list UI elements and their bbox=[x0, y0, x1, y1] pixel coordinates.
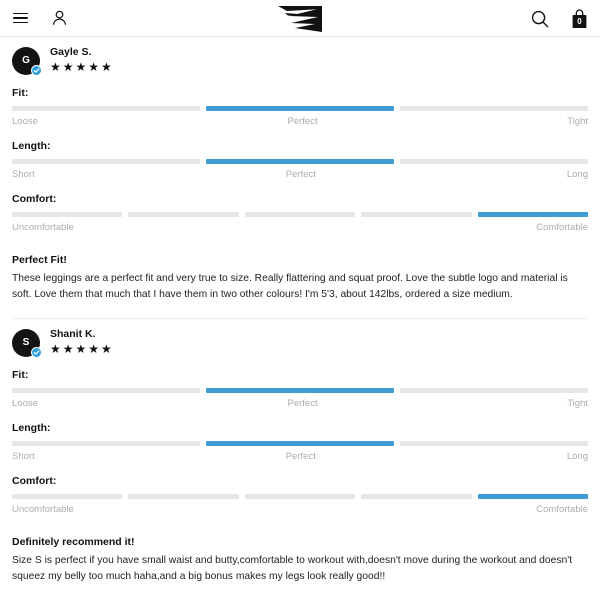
review-title: Perfect Fit! bbox=[12, 254, 67, 266]
reviewer-info: Shanit K. ★★★★★ bbox=[50, 328, 114, 357]
scale-label-left: Uncomfortable bbox=[12, 504, 74, 515]
fit-meter: Fit: Loose Perfect Tight bbox=[12, 86, 588, 128]
site-header: 0 bbox=[0, 0, 600, 37]
scale-label-left: Short bbox=[12, 451, 35, 462]
verified-badge-icon bbox=[31, 346, 42, 358]
reviewer-name: Gayle S. bbox=[50, 46, 92, 58]
review-body: Definitely recommend it! Size S is perfe… bbox=[12, 535, 588, 584]
scale-label-right: Comfortable bbox=[536, 222, 588, 233]
meter-segment bbox=[12, 106, 200, 111]
length-meter-scale: Short Perfect Long bbox=[12, 450, 588, 463]
meter-segment bbox=[400, 159, 588, 164]
scale-label-right: Long bbox=[566, 169, 588, 180]
review-card: S Shanit K. ★★★★★ Fit: Loose Perfect Tig… bbox=[0, 319, 600, 584]
bag-icon: 0 bbox=[571, 8, 588, 29]
fit-meter-scale: Loose Perfect Tight bbox=[12, 115, 588, 128]
fit-meter-track[interactable] bbox=[12, 388, 588, 393]
meter-segment-selected bbox=[206, 441, 394, 446]
meter-segment bbox=[12, 494, 123, 499]
scale-label-mid: Perfect bbox=[285, 451, 316, 462]
length-meter-label: Length: bbox=[12, 140, 51, 152]
comfort-meter-label: Comfort: bbox=[12, 475, 57, 487]
comfort-meter: Comfort: Uncomfortable Comfortable bbox=[12, 474, 589, 516]
meter-segment bbox=[400, 106, 588, 111]
review-text: These leggings are a perfect fit and ver… bbox=[12, 273, 568, 300]
scale-label-left: Short bbox=[12, 169, 35, 180]
comfort-meter: Comfort: Uncomfortable Comfortable bbox=[12, 192, 589, 234]
fit-meter: Fit: Loose Perfect Tight bbox=[12, 368, 588, 410]
meter-segment bbox=[400, 388, 588, 393]
meter-segment-selected bbox=[206, 106, 394, 111]
length-meter-track[interactable] bbox=[12, 441, 588, 446]
meter-segment-selected bbox=[206, 388, 394, 393]
scale-label-mid: Perfect bbox=[285, 169, 316, 180]
scale-label-mid: Perfect bbox=[287, 398, 318, 409]
reviewer-info: Gayle S. ★★★★★ bbox=[50, 46, 114, 75]
comfort-meter-scale: Uncomfortable Comfortable bbox=[12, 221, 588, 234]
meter-segment bbox=[361, 494, 472, 499]
fit-meter-label: Fit: bbox=[12, 369, 29, 381]
bag-button[interactable]: 0 bbox=[571, 8, 588, 29]
scale-label-left: Loose bbox=[12, 116, 38, 127]
meter-segment bbox=[244, 212, 356, 217]
scale-label-mid: Perfect bbox=[287, 116, 318, 127]
review-card: G Gayle S. ★★★★★ Fit: Loose Perfect Tigh… bbox=[0, 37, 600, 302]
meter-segment-selected bbox=[477, 212, 589, 217]
length-meter-scale: Short Perfect Long bbox=[12, 168, 588, 181]
meter-segment-selected bbox=[206, 159, 394, 164]
length-meter-label: Length: bbox=[12, 422, 51, 434]
account-button[interactable] bbox=[52, 10, 67, 26]
avatar: S bbox=[12, 328, 42, 358]
scale-label-left: Loose bbox=[12, 398, 38, 409]
comfort-meter-track[interactable] bbox=[12, 494, 589, 499]
scale-label-right: Tight bbox=[567, 398, 588, 409]
comfort-meter-label: Comfort: bbox=[12, 193, 57, 205]
gymshark-logo-icon[interactable] bbox=[275, 4, 325, 34]
review-title: Definitely recommend it! bbox=[12, 536, 135, 548]
fit-meter-scale: Loose Perfect Tight bbox=[12, 397, 588, 410]
meter-segment bbox=[400, 441, 588, 446]
fit-meter-track[interactable] bbox=[12, 106, 588, 111]
scale-label-right: Comfortable bbox=[536, 504, 588, 515]
star-rating: ★★★★★ bbox=[50, 60, 114, 74]
reviewer-header: G Gayle S. ★★★★★ bbox=[12, 37, 588, 76]
meter-segment bbox=[128, 494, 239, 499]
avatar: G bbox=[12, 46, 42, 76]
review-body: Perfect Fit! These leggings are a perfec… bbox=[12, 253, 588, 302]
star-rating: ★★★★★ bbox=[50, 342, 114, 356]
meter-segment-selected bbox=[477, 494, 589, 499]
meter-segment bbox=[12, 388, 200, 393]
comfort-meter-track[interactable] bbox=[12, 212, 589, 217]
verified-badge-icon bbox=[31, 64, 42, 76]
meter-segment bbox=[361, 212, 472, 217]
reviewer-name: Shanit K. bbox=[50, 328, 96, 340]
length-meter: Length: Short Perfect Long bbox=[12, 139, 588, 181]
hamburger-icon bbox=[13, 12, 28, 24]
length-meter: Length: Short Perfect Long bbox=[12, 421, 588, 463]
scale-label-right: Long bbox=[566, 451, 588, 462]
scale-label-right: Tight bbox=[567, 116, 588, 127]
header-left-group bbox=[0, 10, 67, 26]
menu-button[interactable] bbox=[13, 12, 28, 24]
search-button[interactable] bbox=[531, 10, 549, 28]
meter-segment bbox=[12, 441, 200, 446]
fit-meter-label: Fit: bbox=[12, 87, 29, 99]
reviewer-header: S Shanit K. ★★★★★ bbox=[12, 319, 588, 358]
bag-count-badge: 0 bbox=[577, 16, 582, 26]
comfort-meter-scale: Uncomfortable Comfortable bbox=[12, 503, 588, 516]
meter-segment bbox=[128, 212, 239, 217]
search-icon bbox=[531, 10, 549, 27]
user-icon bbox=[53, 10, 66, 25]
meter-segment bbox=[12, 159, 200, 164]
length-meter-track[interactable] bbox=[12, 159, 588, 164]
meter-segment bbox=[244, 494, 356, 499]
logo-container bbox=[0, 0, 600, 37]
review-text: Size S is perfect if you have small wais… bbox=[12, 555, 573, 582]
meter-segment bbox=[12, 212, 123, 217]
header-right-group: 0 bbox=[531, 0, 588, 37]
scale-label-left: Uncomfortable bbox=[12, 222, 74, 233]
